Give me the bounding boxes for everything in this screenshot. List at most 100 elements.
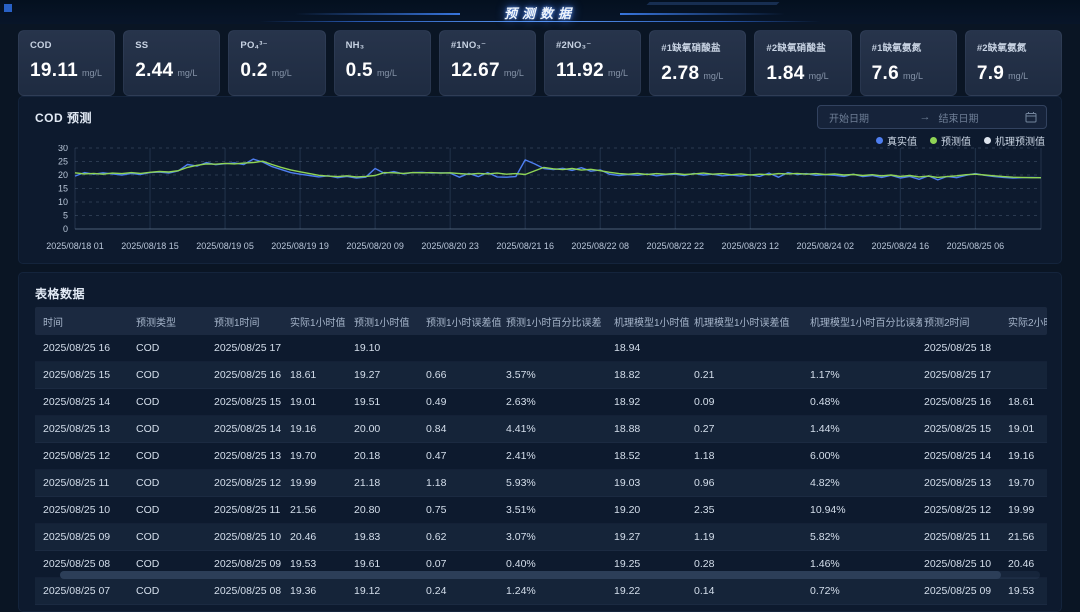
table-cell: 20.46 xyxy=(288,531,352,543)
table-data-panel: 表格数据 时间预测类型预测1时间实际1小时值预测1小时值预测1小时误差值预测1小… xyxy=(18,272,1062,612)
table-cell: 19.70 xyxy=(288,450,352,462)
table-cell: 2.41% xyxy=(504,450,612,462)
metric-value: 12.67 xyxy=(451,60,500,82)
metric-cards: COD19.11mg/LSS2.44mg/LPO₄³⁻0.2mg/LNH₃0.5… xyxy=(18,30,1062,96)
header-right-line-decoration xyxy=(620,13,785,15)
start-date-input[interactable]: 开始日期 xyxy=(827,110,916,125)
table-row: 2025/08/25 14COD2025/08/25 1519.0119.510… xyxy=(35,389,1047,416)
table-cell: 19.83 xyxy=(352,531,424,543)
table-row: 2025/08/25 10COD2025/08/25 1121.5620.800… xyxy=(35,497,1047,524)
table-cell: 10.94% xyxy=(808,504,922,516)
table-cell: 19.70 xyxy=(1006,477,1047,489)
column-header: 实际1小时值 xyxy=(288,314,352,329)
column-header: 预测1小时值 xyxy=(352,314,424,329)
column-header: 预测2时间 xyxy=(922,314,1006,329)
metric-card-9: #2缺氧氨氮7.9mg/L xyxy=(965,30,1062,96)
metric-unit: mg/L xyxy=(809,71,829,81)
table-cell: 0.72% xyxy=(808,585,922,597)
table-cell: COD xyxy=(134,450,212,462)
end-date-input[interactable]: 结束日期 xyxy=(935,110,1026,125)
svg-text:2025/08/22 08: 2025/08/22 08 xyxy=(571,241,629,251)
horizontal-scrollbar[interactable] xyxy=(60,571,1040,579)
metric-label: #2缺氧硝酸盐 xyxy=(766,40,839,54)
metric-card-8: #1缺氧氨氮7.6mg/L xyxy=(860,30,957,96)
table-body: 2025/08/25 16COD2025/08/25 1719.1018.942… xyxy=(35,335,1047,605)
table-cell: 0.24 xyxy=(424,585,504,597)
table-cell: 19.36 xyxy=(288,585,352,597)
table-cell: 2025/08/25 10 xyxy=(212,531,288,543)
table-cell: 5.93% xyxy=(504,477,612,489)
table-cell: 20.46 xyxy=(1006,558,1047,570)
column-header: 实际2小时值 xyxy=(1006,314,1047,329)
table-cell: 0.27 xyxy=(692,423,808,435)
table-cell: 2025/08/25 16 xyxy=(212,369,288,381)
table-cell: 1.19 xyxy=(692,531,808,543)
table-cell: 21.56 xyxy=(1006,531,1047,543)
legend-dot-icon xyxy=(984,137,991,144)
table-cell: 2025/08/25 11 xyxy=(922,531,1006,543)
table-cell: 19.22 xyxy=(612,585,692,597)
metric-label: #1缺氧硝酸盐 xyxy=(661,40,734,54)
metric-label: COD xyxy=(30,40,103,51)
column-header: 预测类型 xyxy=(134,314,212,329)
table-cell: 2025/08/25 13 xyxy=(212,450,288,462)
table-cell: COD xyxy=(134,396,212,408)
horizontal-scrollbar-thumb[interactable] xyxy=(60,571,1001,579)
metric-card-7: #2缺氧硝酸盐1.84mg/L xyxy=(754,30,851,96)
table-cell: 4.82% xyxy=(808,477,922,489)
column-header: 预测1时间 xyxy=(212,314,288,329)
table-cell: 2025/08/25 18 xyxy=(922,342,1006,354)
table-title: 表格数据 xyxy=(35,285,85,302)
table-cell: 21.18 xyxy=(352,477,424,489)
metric-card-5: #2NO₃⁻11.92mg/L xyxy=(544,30,641,96)
table-cell: 2.35 xyxy=(692,504,808,516)
date-range-picker[interactable]: 开始日期 → 结束日期 xyxy=(817,105,1047,129)
table-cell: 2025/08/25 07 xyxy=(35,585,134,597)
column-header: 预测1小时百分比误差 xyxy=(504,314,612,329)
metric-label: #2缺氧氨氮 xyxy=(977,40,1050,54)
svg-text:2025/08/21 16: 2025/08/21 16 xyxy=(496,241,554,251)
table-row: 2025/08/25 12COD2025/08/25 1319.7020.180… xyxy=(35,443,1047,470)
table-row: 2025/08/25 07COD2025/08/25 0819.3619.120… xyxy=(35,578,1047,605)
table-cell: 18.61 xyxy=(288,369,352,381)
table-cell: 2025/08/25 10 xyxy=(35,504,134,516)
metric-value: 19.11 xyxy=(30,60,78,82)
svg-text:15: 15 xyxy=(58,184,68,194)
table-cell: COD xyxy=(134,423,212,435)
svg-text:2025/08/18 15: 2025/08/18 15 xyxy=(121,241,179,251)
metric-unit: mg/L xyxy=(177,68,197,78)
table-cell: 0.28 xyxy=(692,558,808,570)
table-cell: 2025/08/25 17 xyxy=(922,369,1006,381)
table-cell: COD xyxy=(134,558,212,570)
table-cell: 19.27 xyxy=(612,531,692,543)
table-cell: 2025/08/25 15 xyxy=(35,369,134,381)
table-cell: 2025/08/25 09 xyxy=(35,531,134,543)
date-range-arrow-icon: → xyxy=(920,111,931,123)
table-cell: 1.17% xyxy=(808,369,922,381)
table-row: 2025/08/25 15COD2025/08/25 1618.6119.270… xyxy=(35,362,1047,389)
top-header-bar: 预测数据 xyxy=(0,0,1080,24)
column-header: 预测1小时误差值 xyxy=(424,314,504,329)
svg-text:2025/08/18 01: 2025/08/18 01 xyxy=(46,241,104,251)
table-cell: 20.18 xyxy=(352,450,424,462)
cod-forecast-line-chart: 0510152025302025/08/18 012025/08/18 1520… xyxy=(25,145,1057,261)
table-cell: 1.24% xyxy=(504,585,612,597)
svg-text:30: 30 xyxy=(58,145,68,153)
table-cell: 2025/08/25 13 xyxy=(35,423,134,435)
table-cell: 19.53 xyxy=(288,558,352,570)
table-row: 2025/08/25 11COD2025/08/25 1219.9921.181… xyxy=(35,470,1047,497)
metric-value: 7.6 xyxy=(872,63,899,85)
table-cell: 19.99 xyxy=(1006,504,1047,516)
table-cell: 2025/08/25 10 xyxy=(922,558,1006,570)
table-cell: 19.01 xyxy=(288,396,352,408)
table-cell: 1.18 xyxy=(424,477,504,489)
table-cell: 0.21 xyxy=(692,369,808,381)
svg-text:2025/08/23 12: 2025/08/23 12 xyxy=(721,241,779,251)
calendar-icon[interactable] xyxy=(1025,111,1037,123)
svg-text:2025/08/25 06: 2025/08/25 06 xyxy=(947,241,1005,251)
metric-value: 0.5 xyxy=(346,60,373,82)
metric-label: PO₄³⁻ xyxy=(240,40,313,51)
metric-unit: mg/L xyxy=(82,68,102,78)
header-left-line-decoration xyxy=(295,13,460,15)
table-cell: 18.61 xyxy=(1006,396,1047,408)
